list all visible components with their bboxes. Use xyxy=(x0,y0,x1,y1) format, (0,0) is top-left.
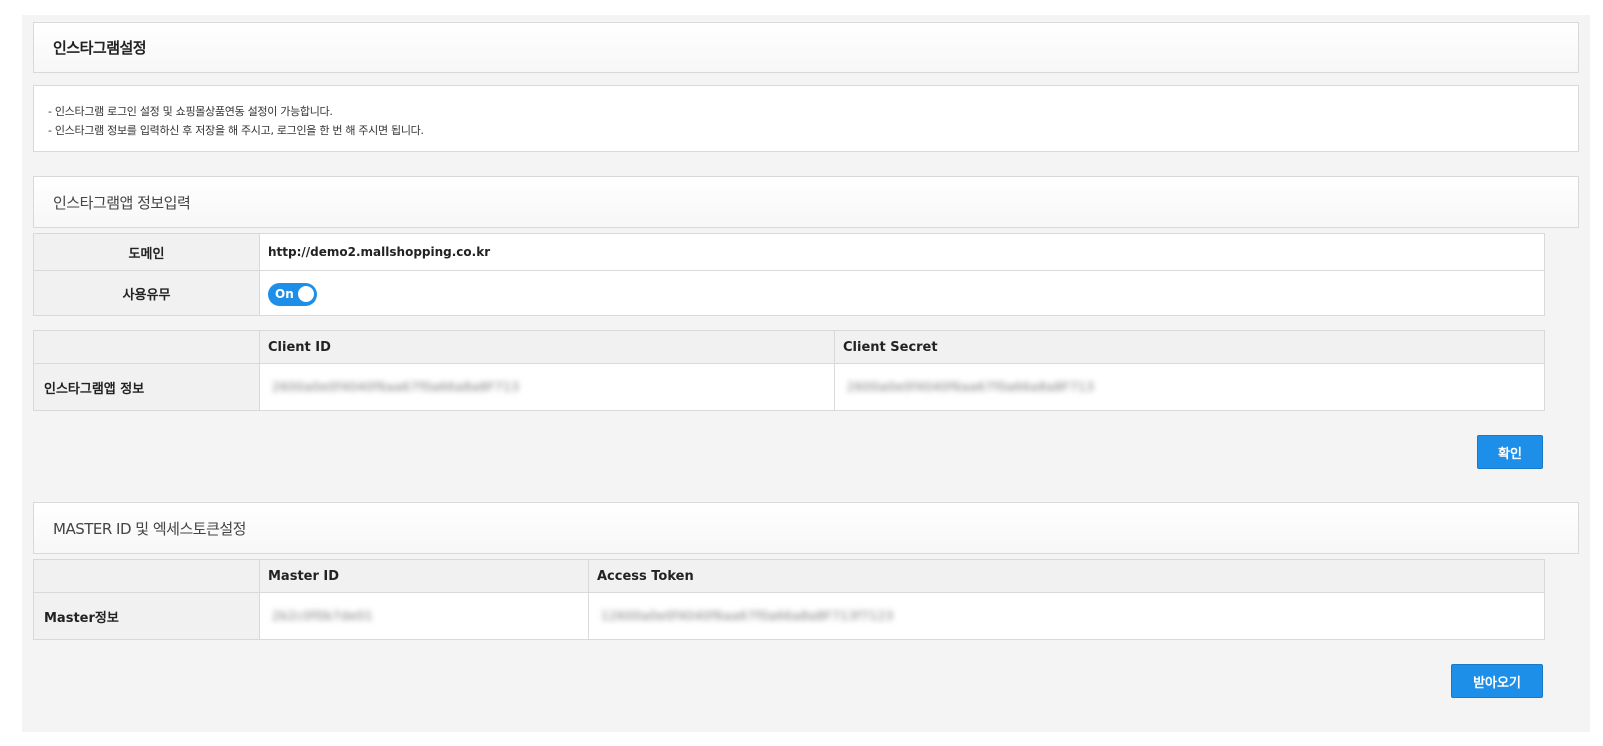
use-toggle[interactable]: On xyxy=(268,282,317,306)
master-section-header: MASTER ID 및 엑세스토큰설정 xyxy=(33,502,1579,554)
page-title: 인스타그램설정 xyxy=(53,39,147,57)
toggle-knob xyxy=(298,286,314,302)
client-id-header: Client ID xyxy=(259,330,835,364)
master-id-header: Master ID xyxy=(259,559,589,593)
master-id-field[interactable]: 2b2c0f0b7de01 xyxy=(272,609,373,623)
notice-line: - 인스타그램 로그인 설정 및 쇼핑몰상품연동 설정이 가능합니다. xyxy=(48,105,333,118)
fetch-button[interactable]: 받아오기 xyxy=(1451,664,1543,698)
app-section-header: 인스타그램앱 정보입력 xyxy=(33,176,1579,228)
master-info-label: Master정보 xyxy=(33,592,260,640)
app-section-title: 인스타그램앱 정보입력 xyxy=(53,193,191,212)
access-token-field[interactable]: 12600a0e0f4040f6aa67f0a66a8a8F713f7123 xyxy=(601,609,894,623)
toggle-label: On xyxy=(275,287,294,301)
notice-box: - 인스타그램 로그인 설정 및 쇼핑몰상품연동 설정이 가능합니다. - 인스… xyxy=(33,85,1579,152)
page-header: 인스타그램설정 xyxy=(33,22,1579,73)
use-label: 사용유무 xyxy=(33,270,260,316)
empty-header xyxy=(33,330,260,364)
master-section-title: MASTER ID 및 엑세스토큰설정 xyxy=(53,519,246,538)
app-info-label: 인스타그램앱 정보 xyxy=(33,363,260,411)
client-id-field[interactable]: 2600a0e0f4040f6aa67f0a66a8a8F713 xyxy=(272,380,519,394)
app-info-table: Client ID Client Secret 인스타그램앱 정보 2600a0… xyxy=(33,330,1545,411)
domain-value: http://demo2.mallshopping.co.kr xyxy=(259,233,1545,271)
confirm-button[interactable]: 확인 xyxy=(1477,435,1543,469)
notice-line: - 인스타그램 정보를 입력하신 후 저장을 해 주시고, 로그인을 한 번 해… xyxy=(48,124,424,137)
content-area: 인스타그램설정 - 인스타그램 로그인 설정 및 쇼핑몰상품연동 설정이 가능합… xyxy=(22,15,1590,732)
client-secret-field[interactable]: 2600a0e0f4040f6aa67f0a66a8a8F713 xyxy=(847,380,1094,394)
empty-header xyxy=(33,559,260,593)
app-settings-table: 도메인 http://demo2.mallshopping.co.kr 사용유무… xyxy=(33,233,1545,316)
client-secret-header: Client Secret xyxy=(834,330,1545,364)
access-token-header: Access Token xyxy=(588,559,1545,593)
master-info-table: Master ID Access Token Master정보 2b2c0f0b… xyxy=(33,559,1545,640)
domain-label: 도메인 xyxy=(33,233,260,271)
